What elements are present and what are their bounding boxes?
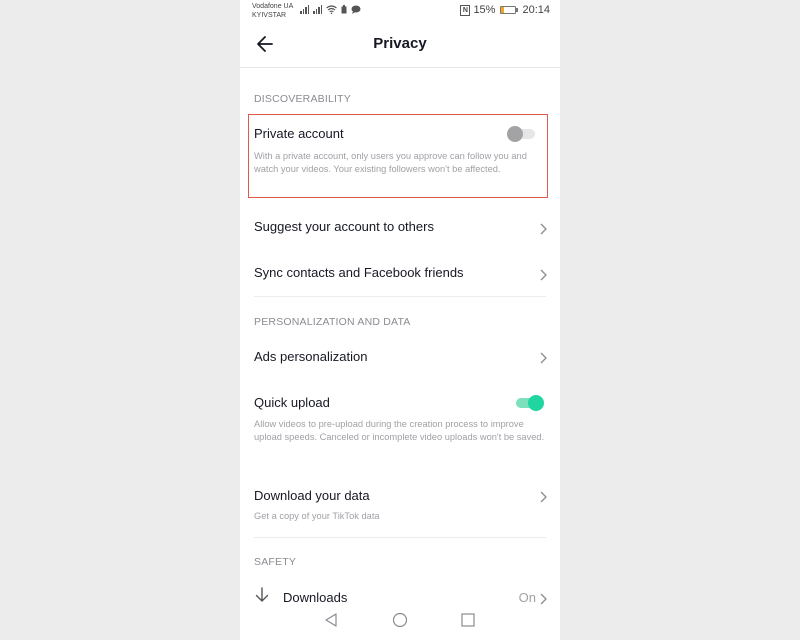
signal-icon xyxy=(300,5,309,14)
suggest-account-title: Suggest your account to others xyxy=(254,219,434,234)
section-label-safety: SAFETY xyxy=(254,556,297,568)
suggest-account-row[interactable]: Suggest your account to others xyxy=(240,208,560,248)
private-account-toggle[interactable] xyxy=(507,126,537,142)
status-bar: Vodafone UA KYIVSTAR N 15% 20:14 xyxy=(240,0,560,24)
quick-upload-row[interactable]: Quick upload Allow videos to pre-upload … xyxy=(240,384,560,464)
private-account-title: Private account xyxy=(254,126,344,141)
toggle-knob xyxy=(507,126,523,142)
page-title: Privacy xyxy=(373,35,427,52)
status-icons xyxy=(300,5,361,14)
battery-percent: 15% xyxy=(473,4,496,16)
chevron-right-icon xyxy=(540,491,547,503)
carrier-line-2: KYIVSTAR xyxy=(252,12,287,19)
divider xyxy=(254,537,546,538)
circle-home-icon[interactable] xyxy=(392,612,408,628)
chevron-right-icon xyxy=(540,223,547,235)
download-data-title: Download your data xyxy=(254,488,370,503)
clock: 20:14 xyxy=(522,4,550,16)
quick-upload-toggle[interactable] xyxy=(514,395,544,411)
quick-upload-title: Quick upload xyxy=(254,395,330,410)
private-account-description: With a private account, only users you a… xyxy=(254,151,527,174)
chevron-right-icon xyxy=(540,269,547,281)
download-data-description: Get a copy of your TikTok data xyxy=(254,511,380,521)
header: Privacy xyxy=(240,24,560,68)
wifi-icon xyxy=(326,5,337,14)
battery-icon xyxy=(500,6,519,14)
divider xyxy=(254,296,546,297)
toggle-knob xyxy=(528,395,544,411)
battery-saver-icon xyxy=(341,5,347,14)
section-label-personalization: PERSONALIZATION AND DATA xyxy=(254,316,411,328)
square-recents-icon[interactable] xyxy=(460,612,476,628)
status-right: N 15% 20:14 xyxy=(460,4,550,16)
quick-upload-description: Allow videos to pre-upload during the cr… xyxy=(254,419,545,442)
downloads-title: Downloads xyxy=(283,590,348,605)
phone-screen: Vodafone UA KYIVSTAR N 15% 20:14 Privacy… xyxy=(240,0,560,640)
download-data-row[interactable]: Download your data Get a copy of your Ti… xyxy=(240,478,560,528)
system-nav-bar xyxy=(240,606,560,636)
chevron-right-icon xyxy=(540,593,547,605)
nfc-icon: N xyxy=(460,4,471,16)
message-icon xyxy=(351,5,361,14)
battery-fill xyxy=(501,7,504,13)
private-account-row[interactable]: Private account With a private account, … xyxy=(240,118,560,194)
carrier-info: Vodafone UA KYIVSTAR xyxy=(252,2,293,20)
sync-contacts-row[interactable]: Sync contacts and Facebook friends xyxy=(240,254,560,294)
download-arrow-icon xyxy=(255,587,269,602)
sync-contacts-title: Sync contacts and Facebook friends xyxy=(254,265,464,280)
ads-personalization-title: Ads personalization xyxy=(254,349,368,364)
chevron-right-icon xyxy=(540,352,547,364)
downloads-value: On xyxy=(518,590,536,605)
carrier-line-1: Vodafone UA xyxy=(252,3,294,10)
triangle-back-icon[interactable] xyxy=(323,612,339,628)
signal-icon-2 xyxy=(313,5,322,14)
ads-personalization-row[interactable]: Ads personalization xyxy=(240,338,560,378)
section-label-discoverability: DISCOVERABILITY xyxy=(254,93,351,105)
